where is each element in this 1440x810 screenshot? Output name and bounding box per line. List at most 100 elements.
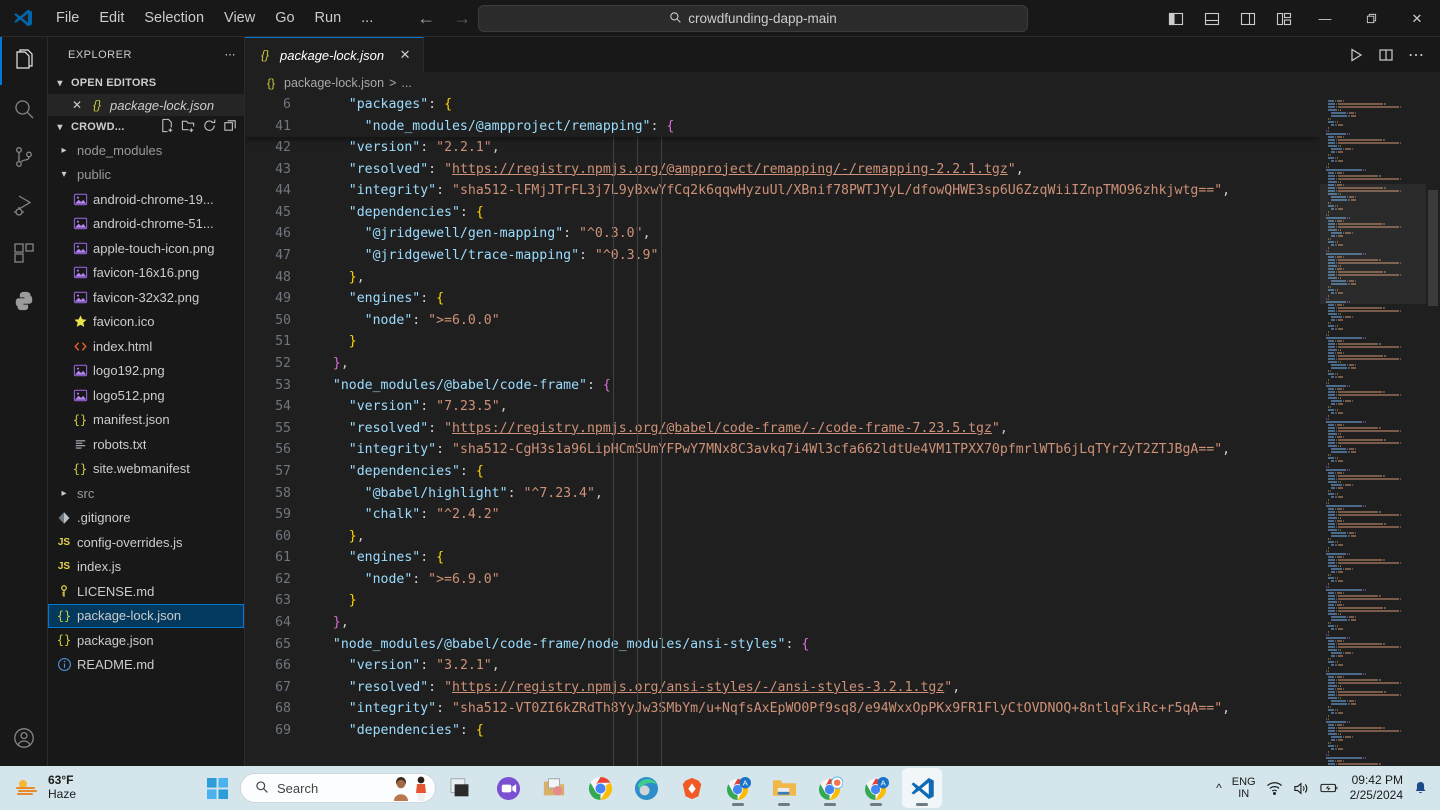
activity-search[interactable] — [0, 85, 48, 133]
breadcrumb-rest[interactable]: ... — [401, 76, 411, 90]
activity-run-debug[interactable] — [0, 181, 48, 229]
new-folder-icon[interactable] — [181, 118, 196, 136]
taskbar-app-chrome[interactable] — [580, 768, 620, 808]
code-line[interactable]: 61 "engines": { — [245, 547, 1230, 569]
chevron-up-icon[interactable]: ^ — [1216, 781, 1222, 795]
taskbar-app-chrome-window-2[interactable]: A — [718, 768, 758, 808]
activity-explorer[interactable] — [0, 37, 48, 85]
code-line[interactable]: 44 "integrity": "sha512-lFMjJTrFL3j7L9yB… — [245, 180, 1230, 202]
code-line[interactable]: 66 "version": "3.2.1", — [245, 655, 1230, 677]
tree-item-public[interactable]: ▾ public — [48, 163, 244, 188]
tree-item-favicon-16x16-png[interactable]: favicon-16x16.png — [48, 261, 244, 286]
tree-item-index-js[interactable]: JS index.js — [48, 555, 244, 580]
code-line[interactable]: 62 "node": ">=6.9.0" — [245, 569, 1230, 591]
arrow-left-icon[interactable]: ← — [417, 9, 435, 27]
taskbar-app-edge[interactable] — [626, 768, 666, 808]
code-line[interactable]: 53 "node_modules/@babel/code-frame": { — [245, 375, 1230, 397]
code-line[interactable]: 57 "dependencies": { — [245, 461, 1230, 483]
code-line[interactable]: 54 "version": "7.23.5", — [245, 396, 1230, 418]
collapse-all-icon[interactable] — [223, 118, 238, 136]
taskbar-search-box[interactable]: Search — [240, 773, 436, 803]
tree-item-src[interactable]: ▸ src — [48, 481, 244, 506]
minimap[interactable] — [1320, 94, 1426, 786]
code-line[interactable]: 47 "@jridgewell/trace-mapping": "^0.3.9" — [245, 245, 1230, 267]
quick-input-search[interactable]: crowdfunding-dapp-main — [478, 5, 1028, 32]
restore-icon[interactable] — [1348, 0, 1394, 37]
code-line[interactable]: 64 }, — [245, 612, 1230, 634]
more-actions-icon[interactable]: ⋯ — [1402, 41, 1430, 69]
taskbar-app-file-explorer[interactable] — [764, 768, 804, 808]
windows-start-icon[interactable] — [200, 771, 234, 805]
section-open-editors[interactable]: ▾ OPEN EDITORS — [48, 72, 244, 94]
tree-item-package-json[interactable]: {} package.json — [48, 628, 244, 653]
activity-accounts[interactable] — [0, 714, 48, 762]
taskbar-app-task-view[interactable] — [442, 768, 482, 808]
run-icon[interactable] — [1342, 41, 1370, 69]
code-line[interactable]: 46 "@jridgewell/gen-mapping": "^0.3.0", — [245, 223, 1230, 245]
code-line[interactable]: 52 }, — [245, 353, 1230, 375]
editor-scrollbar[interactable] — [1426, 94, 1440, 786]
taskbar-app-explorer-pinned[interactable] — [534, 768, 574, 808]
code-line[interactable]: 59 "chalk": "^2.4.2" — [245, 504, 1230, 526]
taskbar-app-teams[interactable] — [488, 768, 528, 808]
tree-item-package-lock-json[interactable]: {} package-lock.json — [48, 603, 244, 628]
tree-item--gitignore[interactable]: .gitignore — [48, 506, 244, 531]
code-line[interactable]: 60 }, — [245, 526, 1230, 548]
code-line[interactable]: 56 "integrity": "sha512-CgH3s1a96LipHCmS… — [245, 439, 1230, 461]
activity-extensions[interactable] — [0, 229, 48, 277]
code-line[interactable]: 49 "engines": { — [245, 288, 1230, 310]
code-line[interactable]: 50 "node": ">=6.0.0" — [245, 310, 1230, 332]
code-line[interactable]: 58 "@babel/highlight": "^7.23.4", — [245, 483, 1230, 505]
tree-item-android-chrome-51-[interactable]: android-chrome-51... — [48, 212, 244, 237]
more-actions-icon[interactable]: ⋯ — [225, 48, 237, 61]
section-folder[interactable]: ▾ CROWD... — [48, 116, 244, 138]
code-line[interactable]: 67 "resolved": "https://registry.npmjs.o… — [245, 677, 1230, 699]
tree-item-config-overrides-js[interactable]: JS config-overrides.js — [48, 530, 244, 555]
arrow-right-icon[interactable]: → — [453, 9, 471, 27]
menu-go[interactable]: Go — [265, 6, 304, 30]
menu-edit[interactable]: Edit — [89, 6, 134, 30]
activity-source-control[interactable] — [0, 133, 48, 181]
wifi-icon[interactable] — [1266, 781, 1283, 796]
close-icon[interactable]: ✕ — [397, 47, 413, 63]
customize-layout-icon[interactable] — [1270, 6, 1298, 32]
code-line[interactable]: 48 }, — [245, 267, 1230, 289]
menu-file[interactable]: File — [46, 6, 89, 30]
tree-item-favicon-32x32-png[interactable]: favicon-32x32.png — [48, 285, 244, 310]
code-scroll-region[interactable]: 6 "packages": {41 "node_modules/@ampproj… — [245, 94, 1320, 786]
code-line[interactable]: 63 } — [245, 590, 1230, 612]
new-file-icon[interactable] — [160, 118, 175, 136]
volume-icon[interactable] — [1293, 781, 1310, 796]
close-icon[interactable]: ✕ — [1394, 0, 1440, 37]
taskbar-language-indicator[interactable]: ENG IN — [1232, 776, 1256, 800]
taskbar-app-chrome-window-3[interactable] — [810, 768, 850, 808]
code-line[interactable]: 51 } — [245, 331, 1230, 353]
breadcrumb-file[interactable]: package-lock.json — [284, 76, 384, 90]
taskbar-app-chrome-window-4[interactable]: A — [856, 768, 896, 808]
tree-item-manifest-json[interactable]: {} manifest.json — [48, 408, 244, 433]
code-line[interactable]: 65 "node_modules/@babel/code-frame/node_… — [245, 634, 1230, 656]
tree-item-favicon-ico[interactable]: favicon.ico — [48, 310, 244, 335]
taskbar-app-vscode[interactable] — [902, 768, 942, 808]
menu-view[interactable]: View — [214, 6, 265, 30]
code-line[interactable]: 43 "resolved": "https://registry.npmjs.o… — [245, 159, 1230, 181]
refresh-icon[interactable] — [202, 118, 217, 136]
taskbar-app-brave[interactable] — [672, 768, 712, 808]
tree-item-readme-md[interactable]: README.md — [48, 653, 244, 678]
minimize-icon[interactable]: — — [1302, 0, 1348, 37]
menu-more[interactable]: ... — [351, 6, 383, 30]
code-line[interactable]: 68 "integrity": "sha512-VT0ZI6kZRdTh8YyJ… — [245, 698, 1230, 720]
taskbar-weather-widget[interactable]: 63°F Haze — [0, 773, 200, 802]
tree-item-robots-txt[interactable]: robots.txt — [48, 432, 244, 457]
activity-python[interactable] — [0, 277, 48, 325]
split-editor-icon[interactable] — [1372, 41, 1400, 69]
tree-item-android-chrome-19-[interactable]: android-chrome-19... — [48, 187, 244, 212]
code-line[interactable]: 55 "resolved": "https://registry.npmjs.o… — [245, 418, 1230, 440]
tree-item-license-md[interactable]: LICENSE.md — [48, 579, 244, 604]
tree-item-logo512-png[interactable]: logo512.png — [48, 383, 244, 408]
toggle-panel-icon[interactable] — [1198, 6, 1226, 32]
toggle-secondary-sidebar-icon[interactable] — [1234, 6, 1262, 32]
taskbar-clock[interactable]: 09:42 PM 2/25/2024 — [1350, 773, 1403, 803]
code-line[interactable]: 69 "dependencies": { — [245, 720, 1230, 742]
tree-item-logo192-png[interactable]: logo192.png — [48, 359, 244, 384]
